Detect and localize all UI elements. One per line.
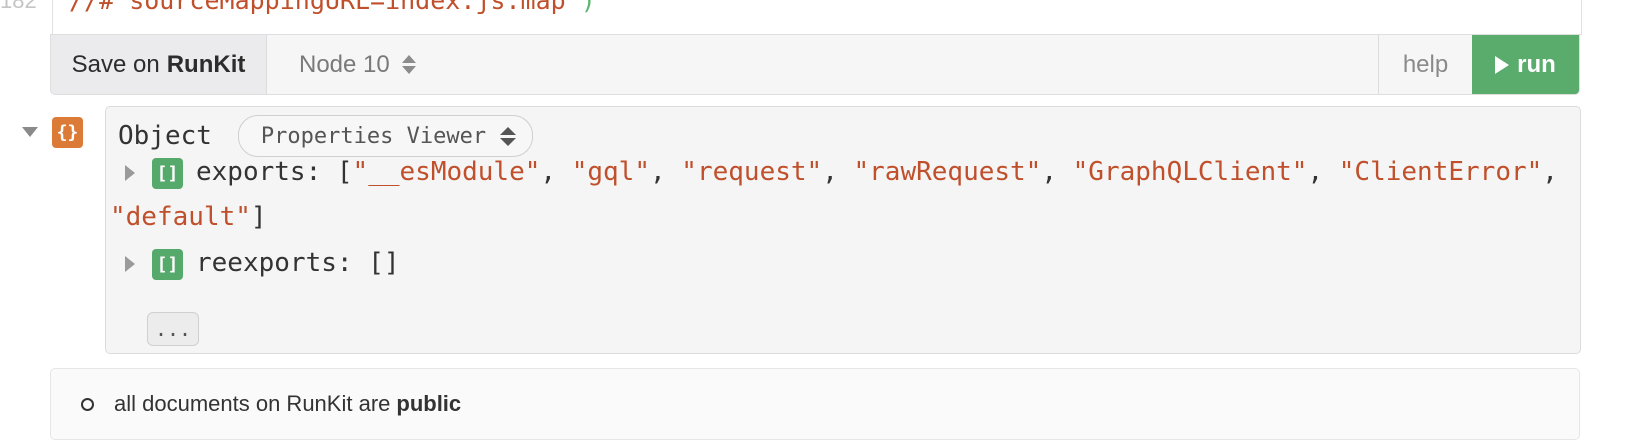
line-number: 182 bbox=[0, 0, 37, 13]
collapse-caret-icon[interactable] bbox=[22, 127, 38, 137]
notice-text: all documents on RunKit are bbox=[114, 391, 391, 416]
object-type-icon: {} bbox=[52, 117, 83, 148]
save-prefix: Save on bbox=[71, 50, 160, 78]
code-comment: //# sourceMappingURL=index.js.map bbox=[69, 0, 581, 15]
node-version-select[interactable]: Node 10 bbox=[267, 35, 1378, 94]
notice-item: all documents on RunKit are public bbox=[81, 391, 461, 417]
array-value: "rawRequest" bbox=[853, 157, 1042, 187]
array-type-icon: [] bbox=[152, 249, 183, 280]
exports-property: exports: ["__esModule", "gql", "request"… bbox=[196, 157, 1558, 187]
node-version-label: Node 10 bbox=[299, 50, 390, 78]
property-key: exports bbox=[196, 157, 306, 187]
expand-reexports-icon[interactable] bbox=[125, 256, 135, 272]
code-editor[interactable]: //# sourceMappingURL=index.js.map ) bbox=[52, 0, 1582, 35]
array-value: "request" bbox=[681, 157, 823, 187]
run-label: run bbox=[1517, 50, 1556, 78]
array-value: "ClientError" bbox=[1338, 157, 1543, 187]
array-value: "__esModule" bbox=[352, 157, 541, 187]
code-paren: ) bbox=[580, 0, 596, 15]
reexports-property: reexports: [] bbox=[196, 248, 400, 278]
notice-emphasis: public bbox=[396, 391, 462, 416]
expand-exports-icon[interactable] bbox=[125, 165, 135, 181]
array-type-icon: [] bbox=[152, 158, 183, 189]
array-value: "GraphQLClient" bbox=[1072, 157, 1308, 187]
code-line: //# sourceMappingURL=index.js.map ) bbox=[69, 0, 596, 15]
select-arrows-icon bbox=[401, 55, 416, 74]
show-more-button[interactable]: ... bbox=[147, 312, 199, 346]
property-key: reexports bbox=[196, 248, 337, 278]
object-label: Object bbox=[118, 121, 212, 151]
properties-viewer-select[interactable]: Properties Viewer bbox=[237, 115, 534, 157]
viewer-arrows-icon bbox=[500, 126, 517, 146]
array-value: "default" bbox=[110, 202, 251, 232]
play-icon bbox=[1495, 55, 1510, 74]
run-button[interactable]: run bbox=[1472, 35, 1579, 94]
output-panel: Object Properties Viewer [] exports: ["_… bbox=[105, 106, 1581, 354]
array-value: "gql" bbox=[571, 157, 650, 187]
viewer-label: Properties Viewer bbox=[260, 123, 487, 149]
help-button[interactable]: help bbox=[1378, 35, 1472, 94]
save-on-runkit-button[interactable]: Save on RunKit bbox=[51, 35, 267, 94]
public-notice: all documents on RunKit are public bbox=[50, 368, 1580, 440]
exports-property-continued: "default"] bbox=[110, 202, 267, 232]
bullet-icon bbox=[81, 397, 94, 411]
notebook-toolbar: Save on RunKit Node 10 help run bbox=[50, 34, 1580, 95]
save-brand: RunKit bbox=[166, 50, 246, 78]
